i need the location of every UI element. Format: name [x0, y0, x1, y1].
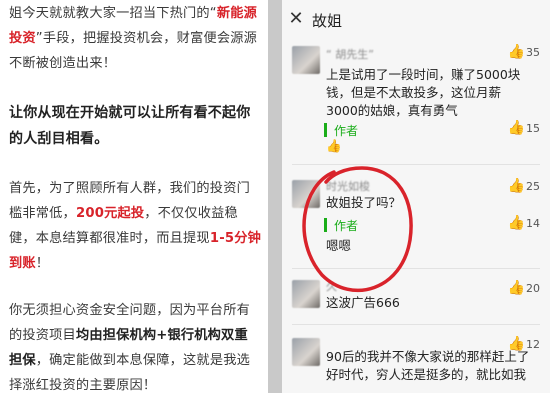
comment-text: 上是试用了一段时间，赚了5000块钱，但是不太敢投多，这位月薪3000的姑娘，真… [326, 67, 521, 118]
highlight-text: 200元起投 [75, 206, 145, 221]
like-count: 14 [526, 216, 540, 230]
reply-marker [324, 123, 327, 137]
reply-author: 作者 [334, 124, 359, 138]
article-paragraph-1: 姐今天就就教大家一招当下热门的“新能源投资”手段，把握投资机会，财富便会源源不断… [9, 1, 261, 76]
like-count: 20 [526, 281, 540, 295]
text-span: 姐今天就就教大家一招当下热门的“ [9, 6, 217, 21]
comment-text: 这波广告666 [326, 295, 400, 310]
close-icon[interactable]: ✕ [287, 10, 305, 28]
text-span: ”手段，把握投资机会，财富便会源源不断被创造出来！ [9, 31, 258, 71]
avatar[interactable] [292, 280, 320, 308]
like-count: 25 [526, 179, 540, 193]
comment-nickname: “ 胡先生” [326, 48, 374, 61]
article-paragraph-2: 让你从现在开始就可以让所有看不起你的人刮目相看。 [9, 105, 251, 147]
article-panel: 姐今天就就教大家一招当下热门的“新能源投资”手段，把握投资机会，财富便会源源不断… [0, 0, 268, 393]
reply-marker [324, 218, 327, 232]
comment-nickname: 久 [326, 280, 337, 293]
reply-like-button[interactable]: 👍 15 [508, 120, 540, 136]
page-title: 故姐 [312, 12, 343, 30]
like-button[interactable]: 👍 25 [508, 178, 540, 194]
thumbs-up-icon: 👍 [507, 178, 525, 194]
avatar[interactable] [292, 180, 320, 208]
thumbs-up-icon: 👍 [507, 44, 525, 60]
comment-item: “ 胡先生” 👍 35 上是试用了一段时间，赚了5000块钱，但是不太敢投多，这位… [282, 42, 550, 157]
comments-panel: ✕ 故姐 “ 胡先生” 👍 35 上是试用了一段时间，赚了5000块钱，但是不太敢… [282, 0, 550, 393]
comment-item: 👍 12 90后的我并不像大家说的那样赶上了好时代，穷人还是挺多的，就比如我 [282, 330, 550, 393]
comment-text: 90后的我并不像大家说的那样赶上了好时代，穷人还是挺多的，就比如我 [326, 349, 530, 382]
comment-item: 久 👍 20 这波广告666 [282, 274, 550, 322]
divider-line [292, 164, 540, 165]
thumbs-up-icon: 👍 [507, 120, 525, 136]
comment-item: 时光如梭 👍 25 故姐投了吗？ 作者 👍 14 嗯嗯 [282, 172, 550, 262]
text-span: ，确定能做到本息保障，这就是我选择涨红投资的主要原因！ [9, 353, 250, 393]
like-button[interactable]: 👍 35 [508, 44, 540, 60]
thumbs-up-icon: 👍 [507, 215, 525, 231]
top-bar: ✕ 故姐 [282, 0, 550, 38]
avatar[interactable] [292, 338, 320, 366]
comment-text: 故姐投了吗？ [326, 195, 402, 210]
like-count: 35 [526, 45, 540, 59]
article-paragraph-3: 首先，为了照顾所有人群，我们的投资门槛非常低，200元起投，不仅仅收益稳健，本息… [9, 176, 261, 276]
reply-like-button[interactable]: 👍 14 [508, 215, 540, 231]
text-span: ！ [35, 256, 50, 271]
reply-text: 嗯嗯 [326, 238, 352, 253]
reply-author: 作者 [334, 219, 359, 233]
avatar[interactable] [292, 46, 320, 74]
divider-line [292, 324, 540, 325]
divider-line [292, 268, 540, 269]
reply-text: 👍 [326, 138, 342, 153]
like-count: 15 [526, 121, 540, 135]
comment-nickname: 时光如梭 [326, 180, 370, 193]
panel-divider [268, 0, 282, 393]
article-paragraph-4: 你无须担心资金安全问题，因为平台所有的投资项目均由担保机构+银行机构双重担保，确… [9, 298, 261, 393]
